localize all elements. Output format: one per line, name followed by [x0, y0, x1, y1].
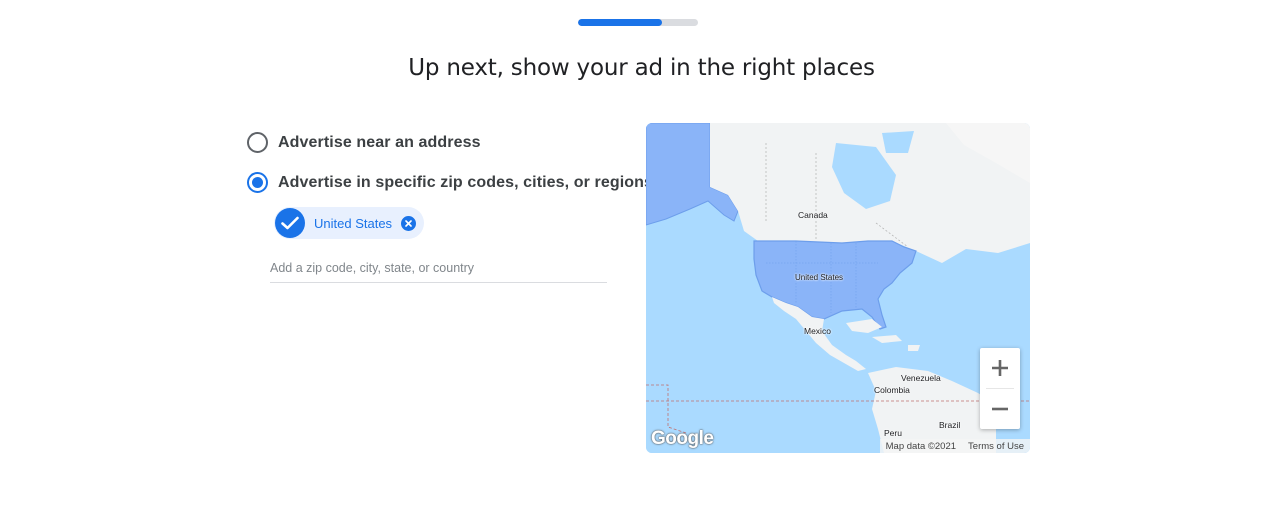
minus-icon: [992, 407, 1008, 411]
check-icon: [275, 208, 305, 238]
map[interactable]: Canada United States Mexico Venezuela Co…: [646, 123, 1030, 453]
option-specific-regions[interactable]: Advertise in specific zip codes, cities,…: [247, 172, 653, 193]
terms-of-use-link[interactable]: Terms of Use: [968, 441, 1024, 452]
map-label-colombia: Colombia: [874, 385, 910, 395]
zoom-out-button[interactable]: [980, 389, 1020, 429]
option-specific-regions-label: Advertise in specific zip codes, cities,…: [278, 173, 653, 191]
location-search-input[interactable]: [270, 253, 607, 283]
option-near-address[interactable]: Advertise near an address: [247, 132, 481, 153]
map-label-venezuela: Venezuela: [901, 373, 941, 383]
page-title: Up next, show your ad in the right place…: [408, 55, 875, 81]
map-label-brazil: Brazil: [939, 420, 961, 430]
location-chip: United States: [274, 207, 424, 239]
zoom-controls: [980, 348, 1020, 429]
plus-icon: [992, 360, 1008, 376]
map-attribution: Map data ©2021 Terms of Use: [879, 439, 1030, 453]
google-logo: Google: [651, 428, 714, 449]
map-label-mexico: Mexico: [804, 326, 831, 336]
map-label-united-states: United States: [795, 273, 844, 282]
map-data-text: Map data ©2021: [885, 440, 957, 452]
radio-near-address[interactable]: [247, 132, 268, 153]
map-label-canada: Canada: [798, 210, 828, 220]
map-label-peru: Peru: [884, 428, 902, 438]
close-icon: [405, 219, 412, 227]
radio-specific-regions[interactable]: [247, 172, 268, 193]
progress-bar: [578, 19, 698, 26]
progress-bar-fill: [578, 19, 662, 26]
map-canvas: [646, 123, 1030, 453]
location-chip-label: United States: [314, 215, 393, 231]
remove-location-button[interactable]: [401, 215, 417, 231]
zoom-in-button[interactable]: [980, 348, 1020, 388]
option-near-address-label: Advertise near an address: [278, 133, 481, 151]
